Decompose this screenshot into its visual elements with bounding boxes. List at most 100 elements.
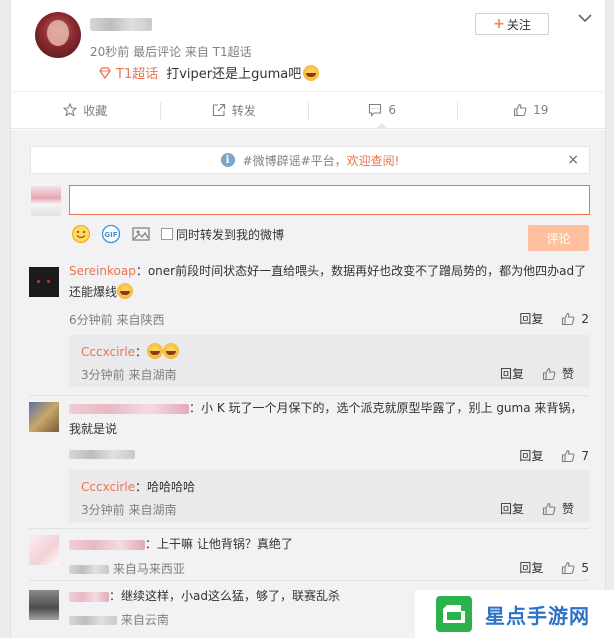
- repost-checkbox[interactable]: 同时转发到我的微博: [161, 226, 284, 243]
- comment-actions: 回复 2: [519, 310, 589, 327]
- comment-actions: 回复 7: [519, 447, 589, 464]
- chevron-down-icon[interactable]: [577, 10, 593, 26]
- poster-name-blurred[interactable]: [90, 18, 152, 31]
- comment-like-button[interactable]: 7: [561, 449, 589, 463]
- commenter-name-blurred[interactable]: [69, 539, 145, 550]
- commenter-avatar[interactable]: [29, 402, 59, 432]
- comment-item: Sereinkoap：oner前段时间状态好一直给喂头，数据再好也改变不了蹭局势…: [11, 264, 605, 327]
- post-text: 打viper还是上guma吧: [166, 67, 302, 82]
- comment-button[interactable]: 6: [308, 92, 457, 129]
- submit-comment-button[interactable]: 评论: [528, 225, 589, 251]
- comment-input[interactable]: [69, 185, 590, 215]
- reply-button[interactable]: 回复: [500, 365, 524, 382]
- reply-body: ：: [135, 345, 148, 359]
- comment-location: 来自云南: [120, 613, 169, 627]
- checkbox-box[interactable]: [161, 228, 173, 240]
- post: 20秒前 最后评论 来自 T1超话 T1超话 打viper还是上guma吧 + 关…: [11, 0, 605, 91]
- comment-time-blurred: [69, 565, 109, 574]
- like-count: 19: [533, 103, 549, 117]
- notice-link[interactable]: 欢迎查阅!: [347, 152, 400, 169]
- comments-area: i #微博辟谣#平台， 欢迎查阅! × GIF 同时转发到我的微博 评论 Ser…: [11, 130, 605, 638]
- commenter-avatar[interactable]: [29, 590, 59, 620]
- weibo-card: 20秒前 最后评论 来自 T1超话 T1超话 打viper还是上guma吧 + 关…: [10, 0, 606, 638]
- thumbs-up-icon: [562, 312, 575, 325]
- like-button[interactable]: 19: [456, 92, 606, 128]
- comment-like-button[interactable]: 5: [561, 561, 589, 575]
- replier-name[interactable]: Cccxcirle: [81, 480, 135, 494]
- replier-name[interactable]: Cccxcirle: [81, 345, 135, 359]
- supertopic-icon: [99, 66, 111, 79]
- poster-avatar[interactable]: [35, 12, 81, 58]
- commenter-name-blurred[interactable]: [69, 591, 109, 602]
- svg-text:GIF: GIF: [104, 231, 117, 239]
- comment-meta-blurred: [69, 450, 135, 459]
- action-bar: 收藏 转发 6 19: [11, 91, 605, 129]
- commenter-avatar[interactable]: [29, 267, 59, 297]
- comment-like-count: 5: [581, 560, 589, 575]
- gif-icon[interactable]: GIF: [101, 224, 121, 244]
- image-upload-icon[interactable]: [131, 224, 151, 244]
- comment-meta: 来自马来西亚: [69, 560, 185, 577]
- reply-box: Cccxcirle： 3分钟前 来自湖南 回复 赞: [69, 335, 590, 387]
- favorite-label: 收藏: [83, 103, 108, 118]
- comment-like-count: 2: [581, 311, 589, 326]
- reply-actions: 回复 赞: [500, 500, 574, 517]
- reply-text: Cccxcirle：: [81, 343, 180, 360]
- reply-actions: 回复 赞: [500, 365, 574, 382]
- comment-body: ：继续这样，小ad这么猛，够了，联赛乱杀: [109, 589, 340, 603]
- reply-like-button[interactable]: 赞: [542, 365, 574, 382]
- laugh-emoji-icon: [163, 343, 180, 359]
- commenter-name-blurred[interactable]: [69, 403, 189, 414]
- reply-body: ：哈哈哈哈: [135, 480, 196, 494]
- emoji-picker-icon[interactable]: [71, 224, 91, 244]
- comment-text: ：上干嘛 让他背锅？真绝了: [69, 534, 589, 555]
- reply-like-label: 赞: [561, 367, 574, 381]
- thumbs-up-icon: [562, 561, 575, 574]
- reply-box: Cccxcirle：哈哈哈哈 3分钟前 来自湖南 回复 赞: [69, 470, 590, 522]
- site-logo-icon: [436, 596, 472, 632]
- reply-meta: 3分钟前 来自湖南: [81, 503, 177, 517]
- reply-button[interactable]: 回复: [519, 559, 543, 576]
- site-watermark: 星点手游网: [415, 590, 614, 638]
- thumbs-up-icon: [514, 103, 527, 117]
- reply-text: Cccxcirle：哈哈哈哈: [81, 478, 195, 495]
- favorite-button[interactable]: 收藏: [11, 92, 160, 128]
- comment-divider: [29, 395, 589, 396]
- thumbs-up-icon: [542, 367, 556, 380]
- comment-time-blurred: [69, 616, 117, 625]
- follow-button[interactable]: + 关注: [475, 13, 549, 35]
- share-icon: [212, 103, 225, 117]
- comment-divider: [29, 580, 589, 581]
- comment-location: 来自马来西亚: [112, 562, 185, 576]
- comment-like-button[interactable]: 2: [561, 312, 589, 326]
- commenter-avatar[interactable]: [29, 535, 59, 565]
- laugh-emoji-icon: [117, 283, 134, 299]
- comment-text: Sereinkoap：oner前段时间状态好一直给喂头，数据再好也改变不了蹭局势…: [69, 261, 589, 303]
- reply-like-label: 赞: [561, 502, 574, 516]
- site-watermark-text: 星点手游网: [485, 603, 590, 628]
- commenter-name[interactable]: Sereinkoap: [69, 264, 136, 278]
- star-icon: [63, 103, 78, 117]
- comment-icon: [369, 103, 382, 117]
- reply-button[interactable]: 回复: [519, 310, 543, 327]
- close-icon[interactable]: ×: [567, 152, 579, 168]
- repost-button[interactable]: 转发: [159, 92, 309, 128]
- comment-meta: 6分钟前 来自陕西: [69, 313, 165, 327]
- comment-text: ：小 K 玩了一个月保下的，选个派克就原型毕露了，别上 guma 来背锅，我就是…: [69, 398, 589, 440]
- comment-item: ：上干嘛 让他背锅？真绝了 来自马来西亚 回复 5: [11, 534, 605, 578]
- comment-meta: 来自云南: [69, 611, 169, 628]
- rumor-notice: i #微博辟谣#平台， 欢迎查阅! ×: [30, 146, 590, 174]
- comment-actions: 回复 5: [519, 559, 589, 576]
- topic-link[interactable]: T1超话: [99, 63, 158, 82]
- comment-count: 6: [388, 103, 397, 117]
- reply-button[interactable]: 回复: [500, 500, 524, 517]
- info-icon: i: [220, 153, 235, 167]
- reply-like-button[interactable]: 赞: [542, 500, 574, 517]
- reply-button[interactable]: 回复: [519, 447, 543, 464]
- composer-tools: GIF 同时转发到我的微博: [71, 224, 284, 244]
- post-meta: 20秒前 最后评论 来自 T1超话: [90, 45, 252, 59]
- comment-body: ：oner前段时间状态好一直给喂头，数据再好也改变不了蹭局势的，都为他四办ad了…: [69, 264, 587, 299]
- reply-meta: 3分钟前 来自湖南: [81, 368, 177, 382]
- comment-item: ：小 K 玩了一个月保下的，选个派克就原型毕露了，别上 guma 来背锅，我就是…: [11, 398, 605, 464]
- my-avatar[interactable]: [31, 186, 61, 216]
